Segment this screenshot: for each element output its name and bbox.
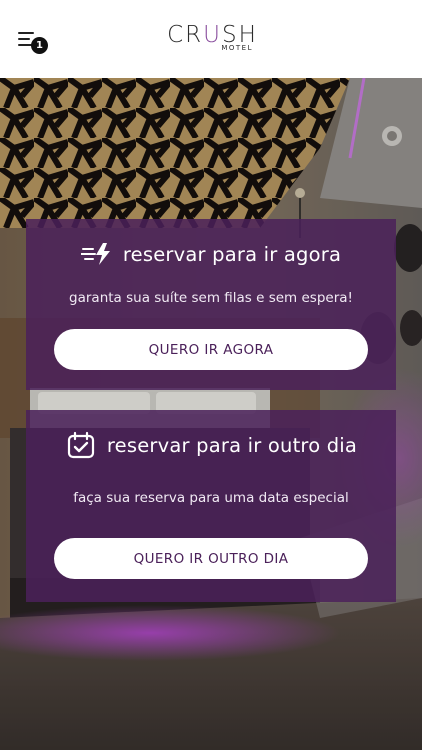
logo-text-prefix: CR (167, 22, 204, 48)
reserve-now-title: reservar para ir agora (122, 242, 342, 266)
reserve-later-description: faça sua reserva para uma data especial (73, 490, 349, 506)
menu-icon (18, 32, 34, 34)
quero-ir-agora-button[interactable]: QUERO IR AGORA (54, 329, 368, 370)
logo-subtitle: MOTEL (221, 44, 253, 52)
calendar-check-icon (65, 430, 97, 460)
menu-button[interactable]: 1 (16, 28, 50, 56)
reserve-later-card: reservar para ir outro dia faça sua rese… (26, 410, 396, 602)
quero-ir-outro-dia-button[interactable]: QUERO IR OUTRO DIA (54, 538, 368, 579)
reserve-later-title-row: reservar para ir outro dia (26, 430, 396, 460)
logo-text-accent: U (203, 22, 222, 48)
reserve-now-card: reservar para ir agora garanta sua suíte… (26, 219, 396, 390)
fast-lightning-icon (80, 239, 113, 269)
reserve-now-description: garanta sua suíte sem filas e sem espera… (69, 290, 353, 306)
app-header: 1 CRUSH MOTEL (0, 0, 422, 78)
reserve-later-title: reservar para ir outro dia (106, 433, 358, 457)
crush-motel-logo: CRUSH MOTEL (165, 22, 260, 58)
menu-icon-bar (18, 38, 30, 40)
reserve-now-title-row: reservar para ir agora (26, 239, 396, 269)
notification-badge: 1 (31, 37, 48, 54)
